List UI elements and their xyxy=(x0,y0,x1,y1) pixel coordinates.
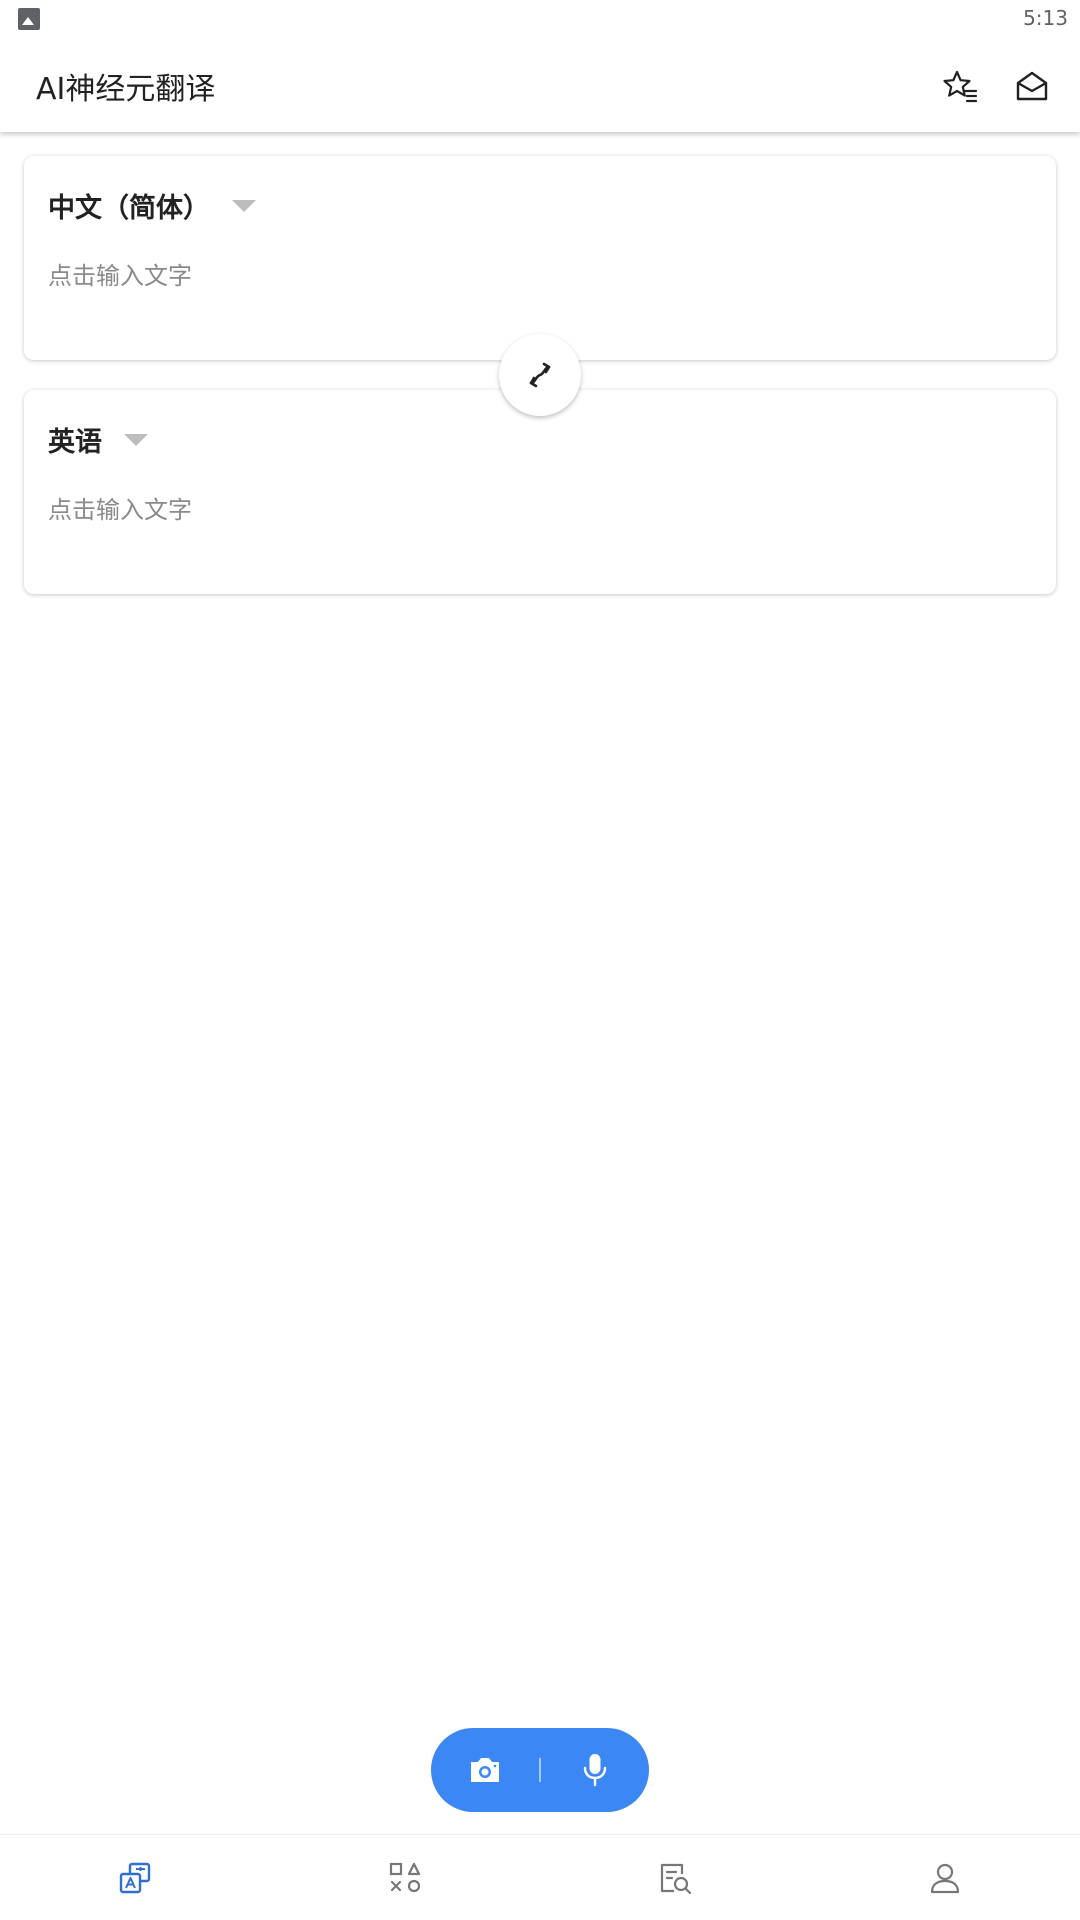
source-card: 中文（简体） 点击输入文字 xyxy=(24,156,1056,360)
document-search-icon xyxy=(660,1863,692,1894)
target-text-input[interactable]: 点击输入文字 xyxy=(48,490,192,525)
source-language-selector[interactable]: 中文（简体） xyxy=(48,186,256,225)
voice-button[interactable] xyxy=(555,1728,635,1812)
target-card: 英语 点击输入文字 xyxy=(24,390,1056,594)
camera-icon xyxy=(471,1758,499,1782)
favorites-list-icon xyxy=(943,70,978,103)
inbox-icon xyxy=(1016,71,1048,101)
gallery-icon xyxy=(18,8,40,30)
bottom-nav xyxy=(0,1834,1080,1920)
apps-grid-icon xyxy=(389,1862,421,1892)
inbox-button[interactable] xyxy=(1008,62,1056,110)
translate-icon xyxy=(119,1862,151,1893)
nav-item-translate[interactable] xyxy=(0,1835,270,1920)
dropdown-caret-icon xyxy=(124,433,148,446)
profile-icon xyxy=(930,1863,960,1893)
app-bar: AI神经元翻译 xyxy=(0,40,1080,132)
nav-item-search[interactable] xyxy=(540,1835,810,1920)
camera-button[interactable] xyxy=(445,1728,525,1812)
app-title: AI神经元翻译 xyxy=(36,72,216,107)
swap-languages-button[interactable] xyxy=(499,334,581,416)
microphone-icon xyxy=(583,1754,607,1787)
target-language-label: 英语 xyxy=(48,427,102,458)
source-text-input[interactable]: 点击输入文字 xyxy=(48,256,192,291)
favorites-button[interactable] xyxy=(936,62,984,110)
pill-divider xyxy=(539,1758,541,1782)
nav-item-profile[interactable] xyxy=(810,1835,1080,1920)
dropdown-caret-icon xyxy=(232,199,256,212)
input-mode-pill xyxy=(431,1728,649,1812)
source-language-label: 中文（简体） xyxy=(48,193,210,224)
status-time: 5:13 xyxy=(1023,6,1068,30)
target-language-selector[interactable]: 英语 xyxy=(48,420,148,459)
status-bar: 5:13 xyxy=(0,0,1080,40)
nav-item-apps[interactable] xyxy=(270,1835,540,1920)
swap-arrows-icon xyxy=(529,362,551,388)
